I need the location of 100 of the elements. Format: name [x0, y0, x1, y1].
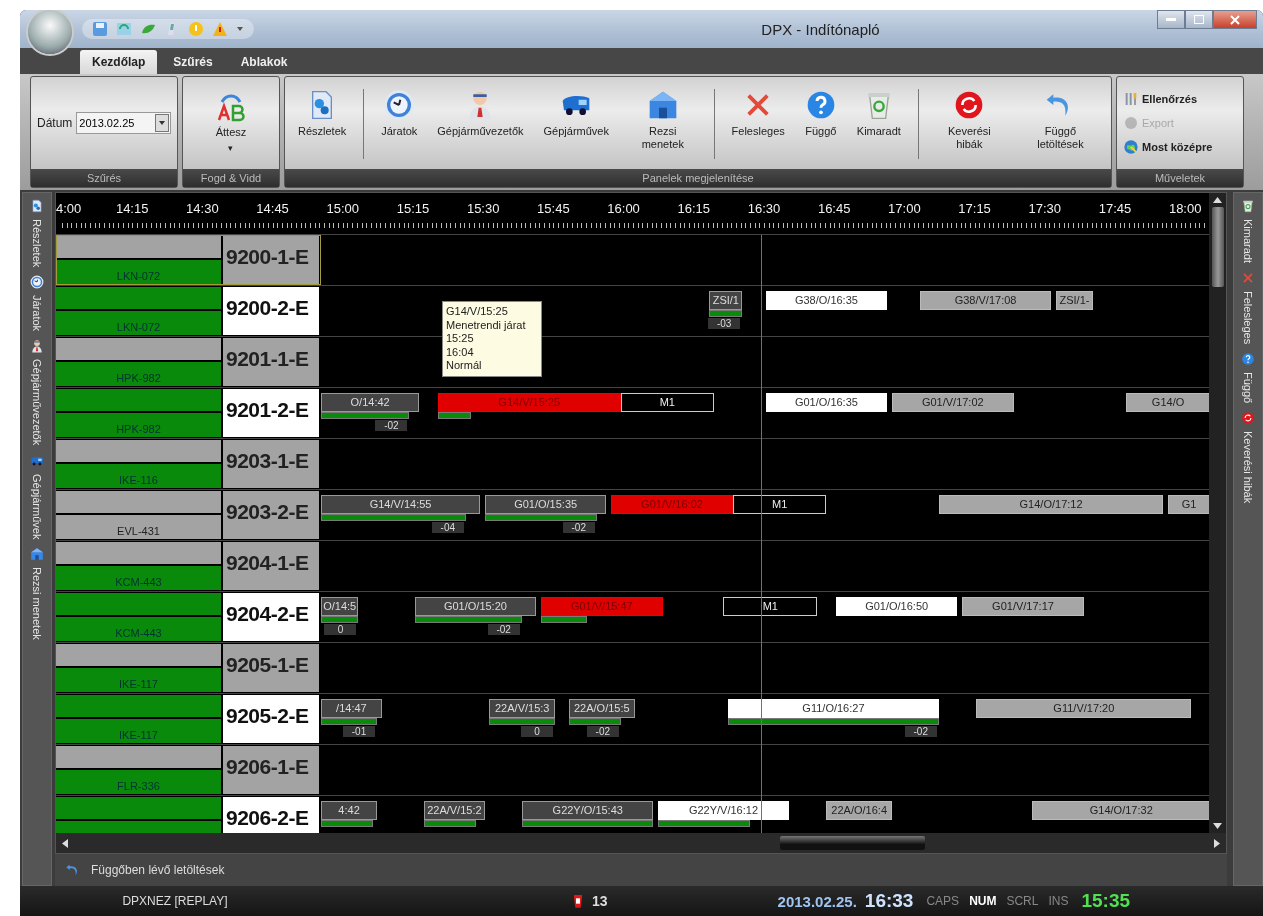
trip-bar[interactable]: G01/O/15:35: [484, 495, 607, 514]
ribbon-button[interactable]: Függő: [797, 87, 844, 141]
application-menu-button[interactable]: [28, 10, 72, 54]
trip-bar[interactable]: ZSI/1-: [1055, 291, 1094, 310]
time-label: 15:00: [326, 201, 360, 216]
ribbon-button[interactable]: Járatok: [374, 87, 425, 141]
save-icon[interactable]: [92, 21, 108, 37]
trip-bar[interactable]: G01/V/17:02: [891, 393, 1014, 412]
tooltip-line: 15:25: [446, 332, 475, 346]
trip-bar[interactable]: 22A/V/15:2: [423, 801, 485, 820]
vertical-scrollbar[interactable]: [1209, 193, 1226, 833]
sidebar-tab[interactable]: Gépjárművezetők: [30, 339, 44, 446]
scroll-up-icon[interactable]: [1213, 197, 1222, 203]
row-header[interactable]: HPK-982 9201-2-E: [56, 388, 321, 438]
trip-bar[interactable]: G22Y/O/15:43: [522, 801, 654, 820]
trip-bar[interactable]: G11/O/16:27: [728, 699, 939, 718]
dropdown-icon[interactable]: [236, 25, 244, 33]
trip-bar[interactable]: 22A/O/16:4: [826, 801, 892, 820]
dropdown-button[interactable]: [155, 114, 169, 132]
sidebar-tab[interactable]: Részletek: [30, 199, 44, 268]
sidebar-tab[interactable]: Kimaradt: [1241, 199, 1255, 264]
trip-bar[interactable]: G38/O/16:35: [765, 291, 888, 310]
scroll-thumb[interactable]: [780, 836, 925, 850]
sidebar-tab[interactable]: Függő: [1241, 352, 1255, 404]
trip-bar[interactable]: G11/V/17:20: [976, 699, 1192, 718]
row-header[interactable]: IKE-116 9203-1-E: [56, 439, 321, 489]
minimize-button[interactable]: [1157, 10, 1185, 29]
row-header[interactable]: KCM-443 9204-1-E: [56, 541, 321, 591]
row-header[interactable]: KCM-443 9204-2-E: [56, 592, 321, 642]
trip-bar[interactable]: M1: [620, 393, 715, 412]
trip-bar[interactable]: G14/O/17:32: [1032, 801, 1209, 820]
trip-bar[interactable]: 22A/V/15:3: [489, 699, 555, 718]
key-indicator: CAPS: [926, 894, 960, 908]
trip-bar[interactable]: O/14:42: [321, 393, 420, 412]
sidebar-tab[interactable]: Rezsi menetek: [30, 547, 44, 640]
row-header[interactable]: LKN-072 9200-1-E: [56, 235, 321, 285]
trip-bar[interactable]: G01/O/16:50: [835, 597, 958, 616]
trip-bar[interactable]: G14/O: [1125, 393, 1209, 412]
trip-bar[interactable]: /14:47: [321, 699, 382, 718]
ribbon-button[interactable]: Függő letöltések: [1015, 87, 1105, 154]
sidebar-tab[interactable]: Gépjárművek: [30, 453, 44, 539]
close-button[interactable]: [1213, 10, 1257, 29]
delay-badge: -03: [708, 318, 741, 329]
date-field[interactable]: 2013.02.25: [76, 112, 171, 134]
ribbon-button[interactable]: Keverési hibák: [928, 87, 1010, 154]
route-code: 9203-1-E: [223, 440, 319, 488]
ribbon-tab[interactable]: Ablakok: [228, 50, 300, 74]
trip-bar[interactable]: G22Y/V/16:12: [657, 801, 789, 820]
row-header[interactable]: HPK-982 9201-1-E: [56, 337, 321, 387]
time-label: 14:15: [115, 201, 149, 216]
ribbon-tab[interactable]: Szűrés: [161, 50, 225, 74]
horizontal-scrollbar[interactable]: [56, 833, 1226, 853]
ribbon-button[interactable]: Részletek: [291, 87, 354, 141]
ribbon-button[interactable]: Gépjárművezetők: [430, 87, 531, 141]
sidebar-tab[interactable]: Járatok: [30, 275, 44, 332]
trip-bar[interactable]: 22A/O/15:5: [569, 699, 635, 718]
trip-bar[interactable]: 4:42: [321, 801, 378, 820]
sidebar-tab[interactable]: Felesleges: [1241, 271, 1255, 345]
scroll-right-icon[interactable]: [1214, 838, 1220, 848]
row-header[interactable]: LKN-072 9200-2-E: [56, 286, 321, 336]
scroll-left-icon[interactable]: [62, 838, 68, 848]
trip-bar[interactable]: G01/V/17:17: [962, 597, 1084, 616]
tooltip-line: Menetrendi járat: [446, 318, 527, 332]
maximize-button[interactable]: [1185, 10, 1213, 29]
ribbon-button[interactable]: Kimaradt: [849, 87, 908, 141]
action-button[interactable]: Ellenőrzés: [1123, 91, 1198, 107]
trip-bar[interactable]: G14/O/17:12: [938, 495, 1164, 514]
ribbon-button[interactable]: Felesleges: [724, 87, 792, 141]
trip-bar[interactable]: M1: [723, 597, 818, 616]
window-title: DPX - Indítónapló: [760, 20, 880, 38]
ribbon-tab[interactable]: Kezdőlap: [80, 50, 158, 74]
person-icon: [30, 339, 44, 354]
row-header[interactable]: IKE-117 9205-1-E: [56, 643, 321, 693]
tools-icon: [1123, 91, 1139, 107]
trip-bar[interactable]: M1: [732, 495, 827, 514]
pending-downloads-bar[interactable]: Függőben lévő letöltések: [55, 854, 1227, 886]
warning-icon[interactable]: [212, 21, 228, 37]
trip-bar[interactable]: O/14:5: [321, 597, 359, 616]
scroll-down-icon[interactable]: [1213, 823, 1222, 829]
action-button[interactable]: Most középre: [1123, 139, 1213, 155]
row-header[interactable]: FLR-336 9206-1-E: [56, 745, 321, 795]
time-label: 14:30: [186, 201, 219, 216]
ab-arrow-icon: [216, 92, 246, 122]
trip-bar[interactable]: G14/V/14:55: [321, 495, 481, 514]
ribbon-button[interactable]: Gépjárművek: [536, 87, 616, 141]
status-date: 2013.02.25.: [777, 892, 857, 910]
trip-bar[interactable]: ZSI/1: [709, 291, 743, 310]
trip-bar[interactable]: G38/V/17:08: [920, 291, 1052, 310]
scroll-thumb[interactable]: [1211, 207, 1224, 287]
ribbon-button[interactable]: Rezsi menetek: [621, 87, 704, 154]
trip-bar[interactable]: G1: [1168, 495, 1209, 514]
row-header[interactable]: IKE-117 9205-2-E: [56, 694, 321, 744]
row-header[interactable]: EVL-431 9203-2-E: [56, 490, 321, 540]
ribbon-button[interactable]: Áttesz ▾: [208, 90, 254, 156]
row-header[interactable]: 9206-2-E: [56, 796, 321, 833]
sidebar-tab[interactable]: Keverési hibák: [1241, 411, 1255, 504]
trip-bar[interactable]: G01/O/16:35: [765, 393, 888, 412]
plate-cell: LKN-072: [56, 311, 221, 335]
plate-cell: EVL-431: [56, 515, 221, 539]
trip-bar[interactable]: G01/O/15:20: [414, 597, 537, 616]
